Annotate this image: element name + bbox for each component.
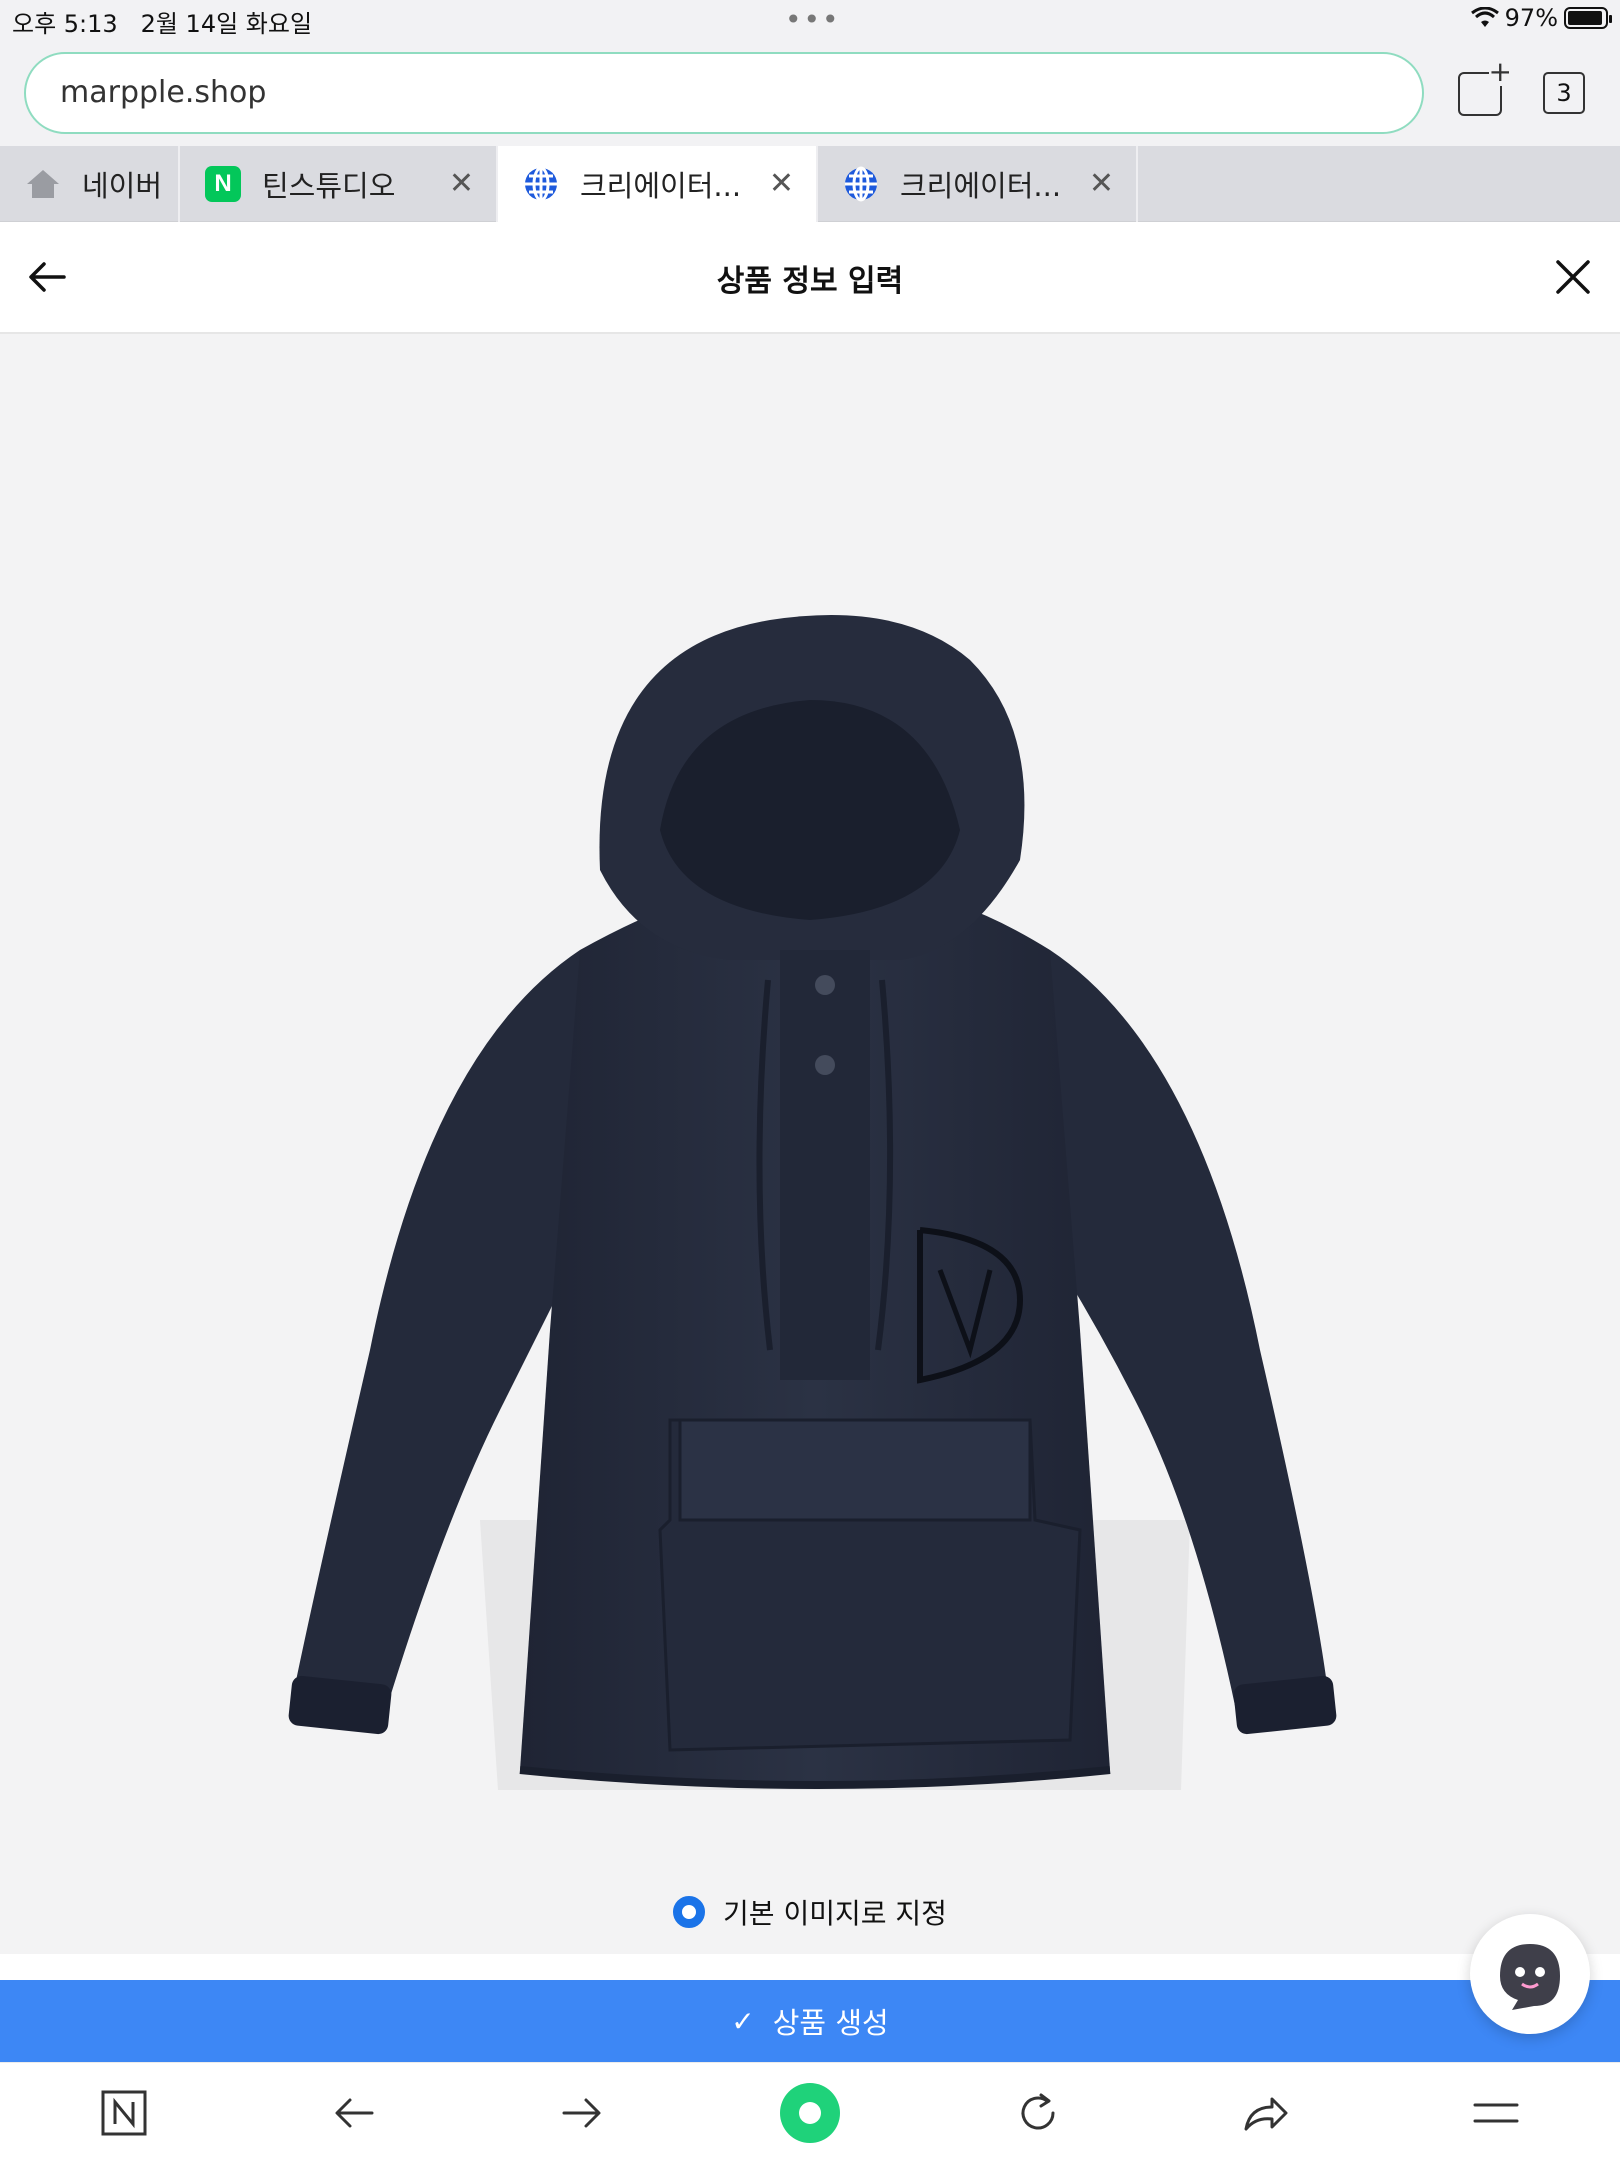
product-jacket-image[interactable] bbox=[250, 530, 1380, 1790]
battery-percent: 97% bbox=[1504, 4, 1558, 32]
tab-creator[interactable]: 크리에이터... ✕ bbox=[818, 146, 1136, 222]
time-text: 오후 5:13 bbox=[12, 10, 118, 38]
share-icon[interactable] bbox=[1236, 2083, 1296, 2143]
app-header: 상품 정보 입력 bbox=[0, 222, 1620, 334]
check-icon: ✓ bbox=[731, 2004, 755, 2038]
browser-bottom-toolbar bbox=[0, 2062, 1620, 2160]
tab-label: 크리에이터... bbox=[580, 169, 742, 203]
tab-naver-home[interactable]: 네이버 bbox=[0, 146, 178, 222]
tab-creator-active[interactable]: 크리에이터... ✕ bbox=[498, 146, 816, 222]
chat-bot-icon bbox=[1500, 1944, 1560, 2010]
close-icon[interactable]: ✕ bbox=[449, 166, 474, 201]
tab-count-button[interactable]: 3 bbox=[1543, 72, 1585, 114]
tab-label: 네이버 bbox=[82, 169, 163, 203]
wifi-icon bbox=[1470, 7, 1499, 27]
tab-teenstudio[interactable]: N 틴스튜디오 ✕ bbox=[180, 146, 496, 222]
create-product-label: 상품 생성 bbox=[772, 2006, 889, 2040]
chat-bot-button[interactable] bbox=[1470, 1914, 1590, 2034]
product-image-area bbox=[0, 334, 1620, 1954]
battery-icon bbox=[1564, 7, 1612, 29]
naver-home-icon[interactable] bbox=[94, 2083, 154, 2143]
forward-icon[interactable] bbox=[552, 2083, 612, 2143]
tab-strip: 네이버 N 틴스튜디오 ✕ 크리에이터... ✕ 크리에이터... ✕ bbox=[0, 146, 1620, 222]
date-text: 2월 14일 화요일 bbox=[140, 10, 313, 38]
multitask-dots-icon[interactable]: ••• bbox=[785, 6, 841, 34]
close-icon[interactable]: ✕ bbox=[769, 166, 794, 201]
naver-icon: N bbox=[204, 165, 242, 203]
reload-icon[interactable] bbox=[1008, 2083, 1068, 2143]
default-image-label: 기본 이미지로 지정 bbox=[723, 1897, 947, 1930]
new-tab-button[interactable]: + bbox=[1458, 58, 1512, 116]
close-icon[interactable] bbox=[1552, 256, 1594, 298]
green-dot-icon[interactable] bbox=[780, 2083, 840, 2143]
page-title: 상품 정보 입력 bbox=[716, 264, 904, 299]
plus-icon: + bbox=[1488, 55, 1512, 88]
globe-icon bbox=[842, 165, 880, 203]
menu-icon[interactable] bbox=[1466, 2083, 1526, 2143]
status-time: 오후 5:13 2월 14일 화요일 bbox=[12, 4, 312, 39]
globe-icon bbox=[522, 165, 560, 203]
url-field[interactable]: marpple.shop bbox=[24, 52, 1424, 134]
create-product-button[interactable]: ✓ 상품 생성 bbox=[0, 1980, 1620, 2062]
default-image-option[interactable]: 기본 이미지로 지정 bbox=[0, 1884, 1620, 1940]
address-bar-row: marpple.shop + 3 bbox=[0, 40, 1620, 146]
home-icon bbox=[24, 165, 62, 203]
status-right: 97% bbox=[1470, 4, 1612, 32]
status-bar: 오후 5:13 2월 14일 화요일 ••• 97% bbox=[0, 0, 1620, 40]
tab-label: 크리에이터... bbox=[900, 169, 1062, 203]
tab-label: 틴스튜디오 bbox=[262, 169, 396, 203]
radio-selected-icon[interactable] bbox=[673, 1896, 706, 1928]
back-icon[interactable] bbox=[324, 2083, 384, 2143]
close-icon[interactable]: ✕ bbox=[1089, 166, 1114, 201]
